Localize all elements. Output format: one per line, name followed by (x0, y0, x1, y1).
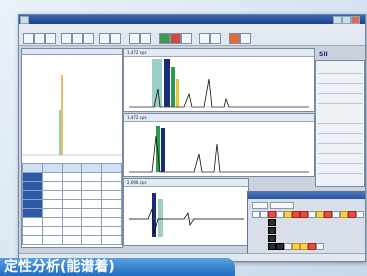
toolbar-button-chart[interactable] (83, 33, 94, 44)
spectrum-panel-1[interactable]: 1,472 cps (123, 48, 315, 112)
app-icon (20, 16, 29, 24)
condition-row (318, 65, 362, 74)
element-button[interactable] (284, 211, 292, 218)
table-row (22, 181, 122, 191)
element-button[interactable] (340, 211, 348, 218)
element-button[interactable] (316, 243, 324, 250)
toolbar-button-spectrum[interactable] (129, 33, 140, 44)
element-button[interactable] (356, 211, 364, 218)
toolbar-button-open[interactable] (23, 33, 34, 44)
toolbar-button-help[interactable] (240, 33, 251, 44)
element-button[interactable] (324, 211, 332, 218)
sii-badge: SII (319, 51, 328, 58)
close-button[interactable] (351, 16, 360, 24)
condition-row (318, 85, 362, 94)
table-row (22, 190, 122, 200)
element-button[interactable] (332, 211, 340, 218)
element-button[interactable] (284, 243, 292, 250)
table-row (22, 217, 122, 227)
sample-thumbnail (22, 55, 122, 161)
toolbar-button-warning[interactable] (229, 33, 240, 44)
conditions-panel (315, 60, 365, 187)
toolbar-button-print[interactable] (45, 33, 56, 44)
toolbar-button-stop[interactable] (110, 33, 121, 44)
element-button[interactable] (276, 211, 284, 218)
element-button[interactable] (252, 202, 268, 209)
sample-panel (21, 48, 123, 248)
caption-text: 定性分析(能谱着) (4, 259, 115, 275)
table-row (22, 199, 122, 209)
toolbar-button-grid[interactable] (72, 33, 83, 44)
condition-row (318, 115, 362, 124)
toolbar-button-zoom[interactable] (61, 33, 72, 44)
periodic-table-title (248, 192, 365, 199)
table-row (22, 172, 122, 182)
condition-row (318, 125, 362, 134)
condition-row (318, 75, 362, 84)
table-row (22, 226, 122, 236)
element-button[interactable] (348, 211, 356, 218)
element-button[interactable] (292, 211, 300, 218)
caption-banner: 定性分析(能谱着) (0, 258, 235, 276)
toolbar-button-overlay[interactable] (140, 33, 151, 44)
element-button[interactable] (268, 219, 276, 226)
maximize-button[interactable] (342, 16, 351, 24)
element-button[interactable] (268, 227, 276, 234)
condition-row (318, 95, 362, 104)
element-button[interactable] (268, 243, 276, 250)
element-button[interactable] (308, 211, 316, 218)
toolbar-button-save[interactable] (34, 33, 45, 44)
toolbar (19, 31, 365, 46)
element-button[interactable] (268, 235, 276, 242)
result-table[interactable] (22, 163, 122, 245)
condition-row (318, 145, 362, 154)
table-row (22, 235, 122, 245)
spectrum-panel-2[interactable]: 1,472 cps (123, 113, 315, 177)
condition-row (318, 165, 362, 174)
element-button[interactable] (252, 211, 260, 218)
toolbar-button-export[interactable] (210, 33, 221, 44)
condition-row (318, 135, 362, 144)
element-button[interactable] (268, 211, 276, 218)
toolbar-button-green[interactable] (159, 33, 170, 44)
condition-row (318, 155, 362, 164)
title-bar (19, 15, 365, 24)
element-button[interactable] (260, 211, 268, 218)
toolbar-button-report[interactable] (199, 33, 210, 44)
table-row (22, 208, 122, 218)
element-button[interactable] (316, 211, 324, 218)
element-button[interactable] (300, 211, 308, 218)
toolbar-button-measure[interactable] (99, 33, 110, 44)
element-button[interactable] (276, 243, 284, 250)
minimize-button[interactable] (333, 16, 342, 24)
toolbar-button-calc[interactable] (181, 33, 192, 44)
application-window: 1,472 cps 1,472 cps 2,096 cps SII (18, 14, 366, 262)
element-button[interactable] (292, 243, 300, 250)
periodic-table-dialog (247, 191, 365, 261)
spectrum-panel-3[interactable]: 2,096 cps (123, 178, 249, 246)
element-button[interactable] (270, 202, 294, 209)
toolbar-button-red[interactable] (170, 33, 181, 44)
element-button[interactable] (300, 243, 308, 250)
element-button[interactable] (308, 243, 316, 250)
